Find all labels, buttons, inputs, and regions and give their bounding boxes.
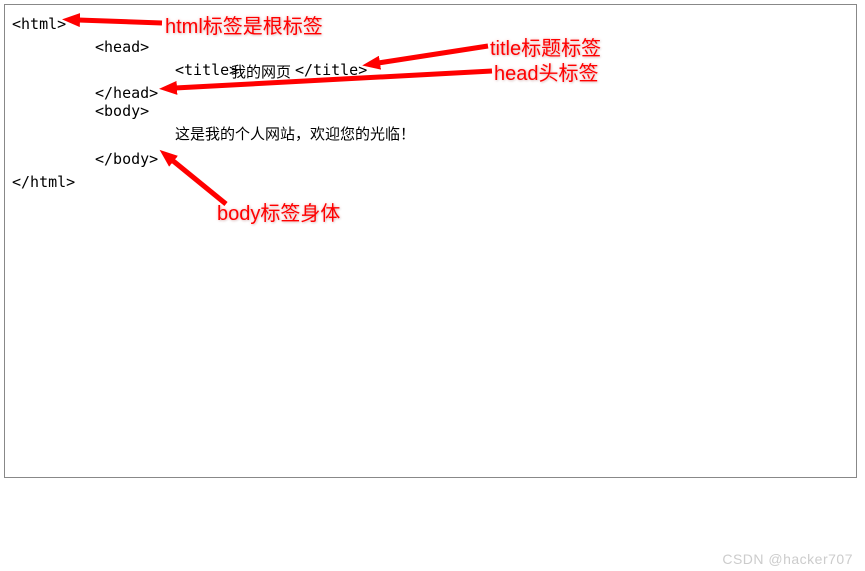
code-title-close: </title> bbox=[295, 61, 367, 79]
annotation-head-tag: head头标签 bbox=[494, 57, 599, 86]
code-body-close: </body> bbox=[95, 150, 158, 168]
annotation-html-root: html标签是根标签 bbox=[165, 10, 323, 39]
code-body-open: <body> bbox=[95, 102, 149, 120]
watermark: CSDN @hacker707 bbox=[722, 551, 853, 567]
code-body-text: 这是我的个人网站，欢迎您的光临！ bbox=[175, 123, 415, 144]
code-head-close: </head> bbox=[95, 84, 158, 102]
code-title-open: <title> bbox=[175, 61, 238, 79]
code-html-open: <html> bbox=[12, 15, 66, 33]
diagram-canvas: <html> <head> <title> 我的网页 </title> </he… bbox=[4, 4, 857, 478]
code-html-close: </html> bbox=[12, 173, 75, 191]
annotation-body-tag: body标签身体 bbox=[217, 197, 340, 226]
code-title-text: 我的网页 bbox=[231, 61, 291, 82]
code-head-open: <head> bbox=[95, 38, 149, 56]
